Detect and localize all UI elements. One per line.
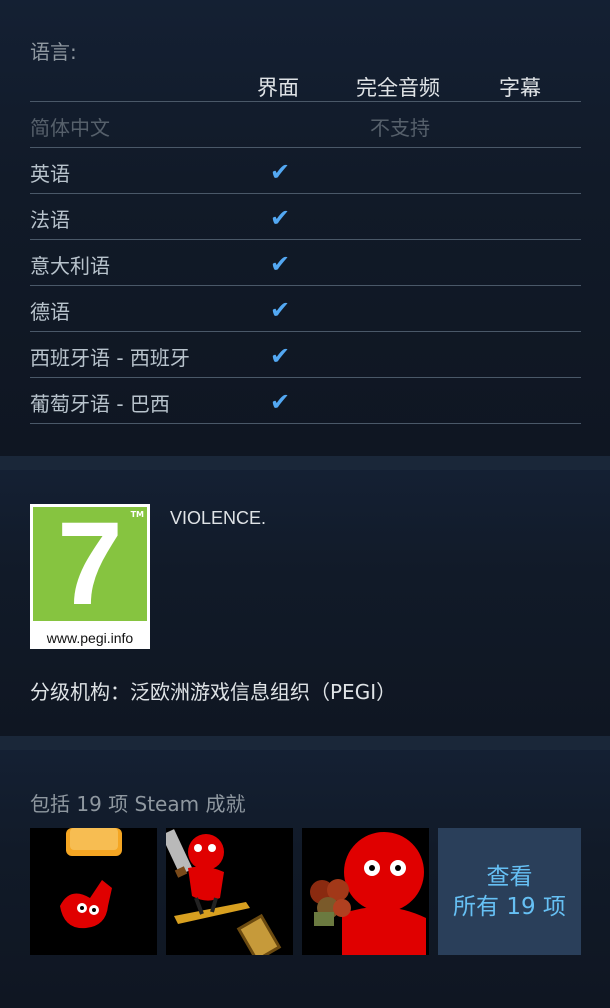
achievement-art (166, 829, 282, 955)
check-icon: ✔ (269, 250, 291, 278)
achievement-art (60, 828, 122, 929)
language-row-german: 德语 ✔ (30, 286, 581, 332)
section-divider (0, 456, 610, 470)
languages-title: 语言: (30, 40, 77, 64)
column-full-audio: 完全音频 (356, 76, 440, 100)
language-name: 法语 (30, 208, 70, 232)
pegi-age-panel: 7 TM (33, 499, 147, 629)
language-row-portuguese-brazil: 葡萄牙语 - 巴西 ✔ (30, 378, 581, 424)
rating-agency: 分级机构：泛欧洲游戏信息组织（PEGI） (30, 680, 397, 704)
table-divider (30, 423, 581, 424)
language-row-english: 英语 ✔ (30, 148, 581, 194)
check-icon: ✔ (269, 342, 291, 370)
trademark-mark: TM (130, 510, 144, 519)
achievements-title: 包括 19 项 Steam 成就 (30, 792, 246, 816)
achievement-icon-2[interactable] (166, 828, 293, 955)
view-all-line-2: 所有 19 项 (453, 894, 566, 920)
column-interface: 界面 (257, 76, 299, 100)
language-row-simplified-chinese: 简体中文 不支持 (30, 102, 581, 148)
language-name: 意大利语 (30, 254, 110, 278)
check-icon: ✔ (269, 204, 291, 232)
language-name: 西班牙语 - 西班牙 (30, 346, 190, 370)
unsupported-label: 不支持 (370, 116, 430, 140)
language-row-french: 法语 ✔ (30, 194, 581, 240)
column-subtitles: 字幕 (499, 76, 541, 100)
check-icon: ✔ (269, 388, 291, 416)
language-row-italian: 意大利语 ✔ (30, 240, 581, 286)
view-all-line-1: 查看 (486, 864, 533, 890)
language-name: 英语 (30, 162, 70, 186)
achievement-icon-1[interactable] (30, 828, 157, 955)
language-name: 简体中文 (30, 116, 110, 140)
language-name: 德语 (30, 300, 70, 324)
content-descriptor: VIOLENCE. (170, 508, 267, 528)
achievement-art (310, 832, 426, 955)
view-all-achievements-button[interactable]: 查看 所有 19 项 (438, 828, 581, 955)
check-icon: ✔ (269, 158, 291, 186)
language-row-spanish-spain: 西班牙语 - 西班牙 ✔ (30, 332, 581, 378)
section-divider (0, 736, 610, 750)
achievement-icon-3[interactable] (302, 828, 429, 955)
language-name: 葡萄牙语 - 巴西 (30, 392, 170, 416)
pegi-site-label: www.pegi.info (46, 630, 134, 646)
check-icon: ✔ (269, 296, 291, 324)
pegi-rating-badge: 7 TM www.pegi.info (30, 499, 150, 649)
